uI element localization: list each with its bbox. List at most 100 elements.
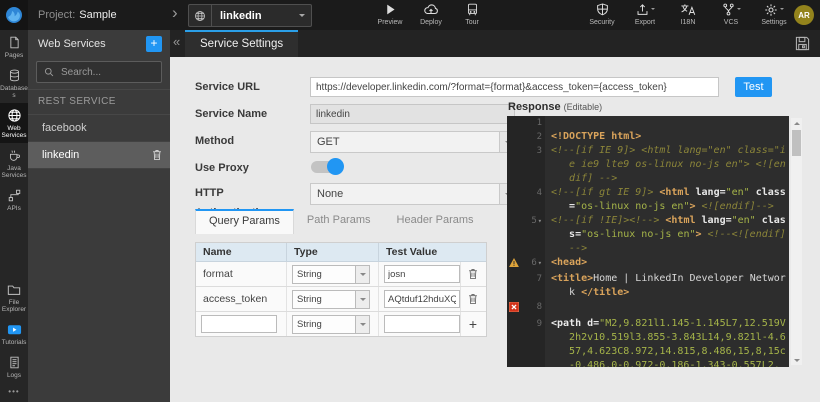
trash-icon[interactable]	[468, 268, 478, 280]
tab-query-params[interactable]: Query Params	[195, 209, 294, 234]
chevron-down-icon	[737, 8, 741, 12]
play-tutorial-icon	[7, 322, 22, 337]
bus-icon	[466, 2, 479, 17]
search-input[interactable]	[59, 66, 153, 79]
nav-overflow-button[interactable]: •••	[0, 383, 28, 402]
project-label: Project:	[38, 9, 75, 21]
query-params-table: Name Type Test Value formatString access_…	[195, 242, 487, 337]
table-row: formatString	[196, 262, 486, 287]
editor-scrollbar[interactable]	[791, 118, 802, 365]
action-label: Tour	[465, 19, 479, 26]
line-number: 6▾	[520, 256, 545, 272]
sidebar-item-label: Java Services	[0, 165, 28, 179]
code-line: 2<!DOCTYPE html>	[507, 130, 789, 144]
http-auth-select[interactable]: None	[310, 183, 517, 205]
scroll-down-arrow-icon[interactable]	[791, 355, 802, 365]
scroll-up-arrow-icon[interactable]	[791, 118, 802, 128]
sidebar-item-apis[interactable]: APIs	[0, 183, 28, 216]
add-service-button[interactable]: +	[146, 36, 162, 52]
sidebar-item-java-services[interactable]: Java Services	[0, 143, 28, 183]
response-code-editor[interactable]: 12<!DOCTYPE html>3<!--[if IE 9]> <html l…	[507, 116, 789, 367]
test-button[interactable]: Test	[735, 77, 772, 97]
test-value-input[interactable]	[384, 315, 460, 333]
tab-service-settings[interactable]: Service Settings	[185, 30, 298, 57]
globe-icon	[189, 5, 212, 26]
type-select[interactable]: String	[292, 315, 370, 334]
tab-path-params[interactable]: Path Params	[294, 209, 384, 234]
use-proxy-toggle[interactable]	[311, 161, 341, 173]
test-value-input[interactable]	[384, 265, 460, 283]
sidebar-item-databases[interactable]: Databases	[0, 63, 28, 103]
chevron-down-icon	[355, 291, 369, 308]
preview-button[interactable]: Preview	[376, 2, 404, 26]
test-value-input[interactable]	[384, 290, 460, 308]
sidebar-item-label: Pages	[0, 52, 28, 59]
trash-icon[interactable]	[152, 149, 162, 161]
code-line: 1	[507, 116, 789, 130]
type-value: String	[293, 319, 355, 330]
wave-logo-icon	[5, 6, 23, 24]
i18n-button[interactable]: I18N	[674, 2, 702, 26]
security-button[interactable]: Security	[588, 2, 616, 26]
code-line: 3<!--[if IE 9]> <html lang="en" class="i…	[507, 144, 789, 186]
logs-icon	[8, 355, 21, 370]
gutter-marker	[507, 144, 520, 186]
fold-caret-icon[interactable]: ▾	[538, 217, 542, 225]
trash-icon[interactable]	[468, 293, 478, 305]
sidebar-item-web-services[interactable]: Web Services	[0, 103, 28, 143]
service-url-input[interactable]	[310, 77, 719, 97]
save-icon[interactable]	[795, 36, 810, 51]
topbar-right-actions: Security Export I18N VCS Settings	[588, 2, 788, 26]
service-search-box[interactable]	[36, 61, 162, 83]
code-line: 8	[507, 300, 789, 317]
service-selector-dropdown[interactable]: linkedin	[188, 4, 312, 27]
name-input[interactable]	[201, 315, 277, 333]
tab-header-params[interactable]: Header Params	[384, 209, 487, 234]
search-icon	[44, 67, 54, 77]
method-label: Method	[195, 131, 300, 151]
rest-service-section-header: REST SERVICE	[28, 89, 170, 115]
type-select[interactable]: String	[292, 265, 370, 284]
panel-title: Web Services	[38, 38, 146, 50]
scrollbar-thumb[interactable]	[792, 130, 801, 156]
app-logo[interactable]	[0, 0, 28, 30]
add-row-button[interactable]: +	[469, 318, 477, 330]
sidebar-item-logs[interactable]: Logs	[0, 350, 28, 383]
gear-icon	[764, 2, 778, 17]
tour-button[interactable]: Tour	[458, 2, 486, 26]
table-header-row: Name Type Test Value	[196, 243, 486, 262]
fold-caret-icon[interactable]: ▾	[538, 259, 542, 267]
gutter-marker	[507, 317, 520, 367]
service-item-facebook[interactable]: facebook	[28, 115, 170, 142]
avatar[interactable]: AR	[794, 5, 814, 25]
sidebar-item-tutorials[interactable]: Tutorials	[0, 317, 28, 350]
gutter-marker	[507, 272, 520, 300]
line-number: 2	[520, 130, 545, 144]
action-label: Deploy	[420, 19, 442, 26]
code-line: 4<!--[if gt IE 9]> <html lang="en" class…	[507, 186, 789, 214]
service-item-linkedin[interactable]: linkedin	[28, 142, 170, 169]
collapse-panel-icon[interactable]: «	[173, 34, 180, 49]
deploy-button[interactable]: Deploy	[417, 2, 445, 26]
type-select[interactable]: String	[292, 290, 370, 309]
gutter-marker	[507, 116, 520, 130]
export-button[interactable]: Export	[631, 2, 659, 26]
chevron-down-icon	[355, 316, 369, 333]
line-number: 4	[520, 186, 545, 214]
database-icon	[8, 68, 21, 83]
settings-button[interactable]: Settings	[760, 2, 788, 26]
table-body: formatString access_token String String +	[196, 262, 486, 336]
line-number: 5▾	[520, 214, 545, 256]
column-header-name: Name	[196, 243, 286, 261]
vcs-button[interactable]: VCS	[717, 2, 745, 26]
use-proxy-label: Use Proxy	[195, 158, 300, 178]
method-select[interactable]: GET	[310, 131, 517, 153]
type-value: String	[293, 269, 355, 280]
sidebar-item-pages[interactable]: Pages	[0, 30, 28, 63]
code-line: 6▾<head>	[507, 256, 789, 272]
code-text	[545, 116, 789, 130]
service-name-label: Service Name	[195, 104, 300, 124]
param-name: access_token	[196, 293, 267, 305]
service-name-input[interactable]	[310, 104, 515, 124]
sidebar-item-file-explorer[interactable]: File Explorer	[0, 277, 28, 317]
